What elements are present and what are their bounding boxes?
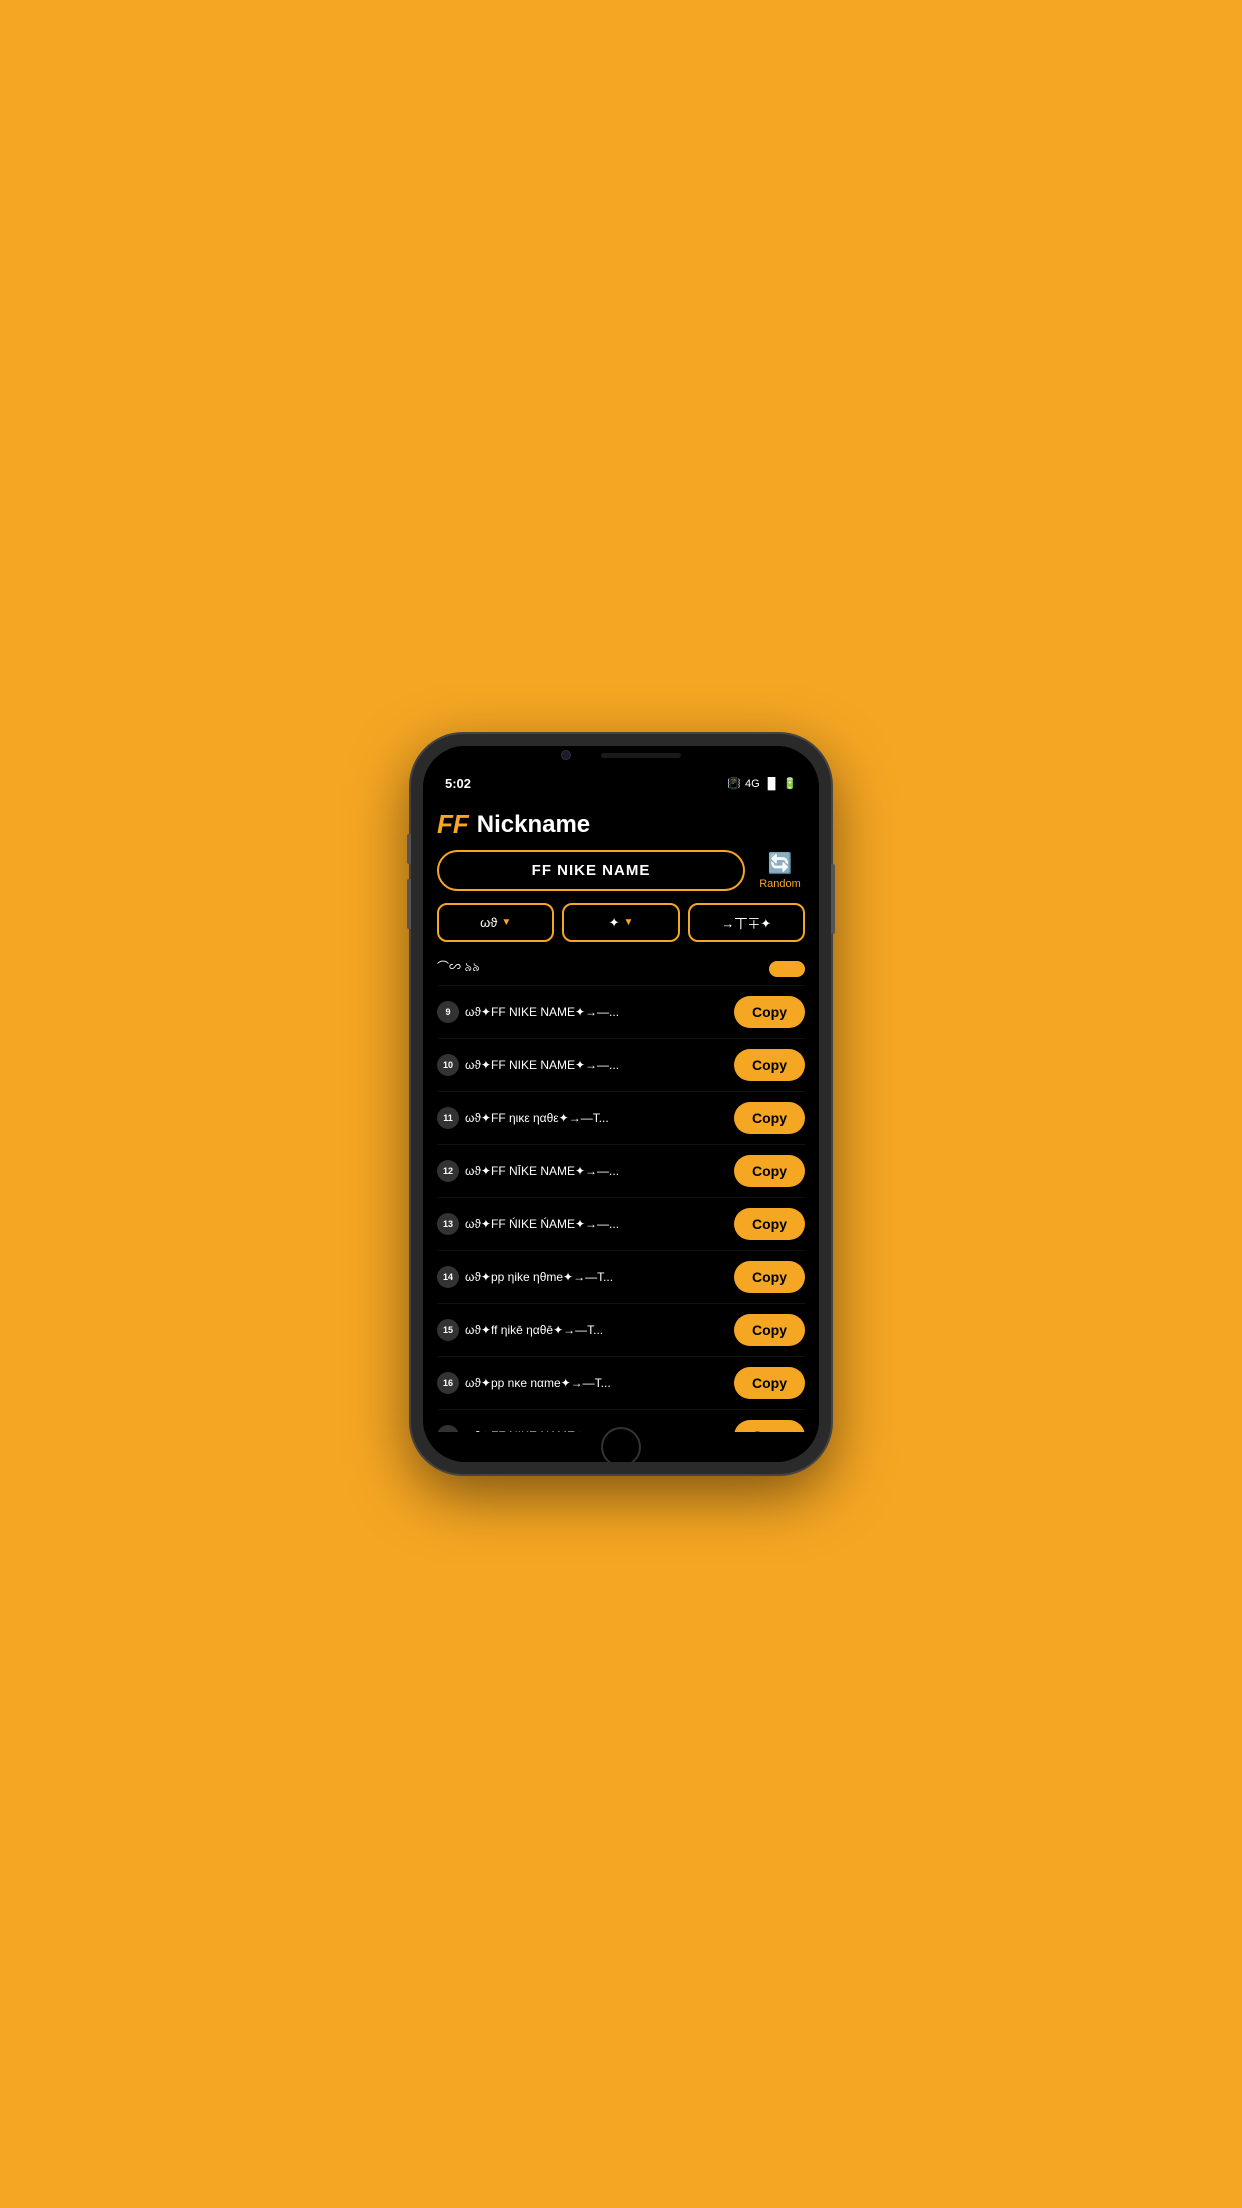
list-item: 15 ωϑ✦ff ηikē ηαθē✦→—T... Copy bbox=[437, 1304, 805, 1357]
random-icon: 🔄 bbox=[768, 851, 793, 876]
list-item: 14 ωϑ✦pp ηike ηθme✦→—T... Copy bbox=[437, 1251, 805, 1304]
item-text-14: ωϑ✦pp ηike ηθme✦→—T... bbox=[465, 1270, 726, 1284]
item-num-9: 9 bbox=[437, 1001, 459, 1023]
speaker-bar bbox=[601, 753, 681, 758]
notch bbox=[423, 746, 819, 766]
list-item: 9 ωϑ✦FF NIKE NAME✦→—... Copy bbox=[437, 986, 805, 1039]
title-nickname: Nickname bbox=[477, 811, 590, 839]
filter-1-symbol: ωϑ bbox=[480, 915, 497, 930]
search-input[interactable]: FF NIKE NAME bbox=[437, 850, 745, 891]
app-title-row: FF Nickname bbox=[437, 797, 805, 850]
item-num-13: 13 bbox=[437, 1213, 459, 1235]
item-text-11: ωϑ✦FF ηικε ηαθε✦→—T... bbox=[465, 1111, 726, 1125]
filter-row: ωϑ ▼ ✦ ▼ →丅∓✦ bbox=[437, 903, 805, 942]
item-text-10: ωϑ✦FF NIKE NAME✦→—... bbox=[465, 1058, 726, 1072]
side-button-mute bbox=[407, 834, 411, 864]
home-indicator bbox=[423, 1432, 819, 1462]
filter-btn-1[interactable]: ωϑ ▼ bbox=[437, 903, 554, 942]
status-icons: 📳 4G ▐▌ 🔋 bbox=[727, 777, 797, 790]
filter-3-symbol: →丅∓✦ bbox=[721, 913, 771, 932]
item-text-9: ωϑ✦FF NIKE NAME✦→—... bbox=[465, 1005, 726, 1019]
status-time: 5:02 bbox=[445, 776, 471, 791]
copy-button-11[interactable]: Copy bbox=[734, 1102, 805, 1134]
item-num-15: 15 bbox=[437, 1319, 459, 1341]
item-text-13: ωϑ✦FF ŃIKE ŃAME✦→—... bbox=[465, 1217, 726, 1231]
partial-item: ⌒∽ ৯৯ bbox=[437, 952, 805, 986]
copy-button-13[interactable]: Copy bbox=[734, 1208, 805, 1240]
filter-btn-3[interactable]: →丅∓✦ bbox=[688, 903, 805, 942]
random-label: Random bbox=[759, 878, 801, 890]
network-icon: 4G bbox=[745, 778, 760, 790]
item-num-16: 16 bbox=[437, 1372, 459, 1394]
battery-icon: 🔋 bbox=[783, 777, 797, 790]
copy-button-15[interactable]: Copy bbox=[734, 1314, 805, 1346]
results-list: ⌒∽ ৯৯ 9 ωϑ✦FF NIKE NAME✦→—... Copy 10 ωϑ… bbox=[437, 952, 805, 1432]
item-num-14: 14 bbox=[437, 1266, 459, 1288]
copy-button-10[interactable]: Copy bbox=[734, 1049, 805, 1081]
copy-button-9[interactable]: Copy bbox=[734, 996, 805, 1028]
item-text-16: ωϑ✦pp nκe nαme✦→—T... bbox=[465, 1376, 726, 1390]
side-button-volume bbox=[407, 879, 411, 929]
filter-btn-2[interactable]: ✦ ▼ bbox=[562, 903, 679, 942]
copy-button-17[interactable]: Copy bbox=[734, 1420, 805, 1432]
search-row: FF NIKE NAME 🔄 Random bbox=[437, 850, 805, 891]
item-num-17: 17 bbox=[437, 1425, 459, 1432]
item-num-11: 11 bbox=[437, 1107, 459, 1129]
partial-item-text: ⌒∽ ৯৯ bbox=[437, 958, 761, 979]
app-content: FF Nickname FF NIKE NAME 🔄 Random ωϑ ▼ ✦ bbox=[423, 797, 819, 1432]
copy-button-12[interactable]: Copy bbox=[734, 1155, 805, 1187]
home-button[interactable] bbox=[601, 1427, 641, 1462]
list-item: 11 ωϑ✦FF ηικε ηαθε✦→—T... Copy bbox=[437, 1092, 805, 1145]
list-item: 10 ωϑ✦FF NIKE NAME✦→—... Copy bbox=[437, 1039, 805, 1092]
side-button-power bbox=[831, 864, 835, 934]
item-text-15: ωϑ✦ff ηikē ηαθē✦→—T... bbox=[465, 1323, 726, 1337]
phone-frame: 5:02 📳 4G ▐▌ 🔋 FF Nickname FF NIKE NAME … bbox=[411, 734, 831, 1474]
vibrate-icon: 📳 bbox=[727, 777, 741, 790]
status-bar: 5:02 📳 4G ▐▌ 🔋 bbox=[423, 766, 819, 797]
list-item: 16 ωϑ✦pp nκe nαme✦→—T... Copy bbox=[437, 1357, 805, 1410]
item-text-12: ωϑ✦FF NĪKE NAME✦→—... bbox=[465, 1164, 726, 1178]
copy-button-14[interactable]: Copy bbox=[734, 1261, 805, 1293]
phone-screen: 5:02 📳 4G ▐▌ 🔋 FF Nickname FF NIKE NAME … bbox=[423, 746, 819, 1462]
item-num-10: 10 bbox=[437, 1054, 459, 1076]
list-item: 13 ωϑ✦FF ŃIKE ŃAME✦→—... Copy bbox=[437, 1198, 805, 1251]
copy-button-16[interactable]: Copy bbox=[734, 1367, 805, 1399]
filter-1-arrow: ▼ bbox=[501, 917, 511, 928]
camera-icon bbox=[561, 750, 571, 760]
random-button[interactable]: 🔄 Random bbox=[755, 851, 805, 890]
item-num-12: 12 bbox=[437, 1160, 459, 1182]
partial-badge bbox=[769, 961, 805, 977]
list-item: 12 ωϑ✦FF NĪKE NAME✦→—... Copy bbox=[437, 1145, 805, 1198]
title-ff: FF bbox=[437, 809, 469, 840]
signal-icon: ▐▌ bbox=[764, 778, 780, 790]
filter-2-arrow: ▼ bbox=[623, 917, 633, 928]
filter-2-symbol: ✦ bbox=[609, 915, 620, 931]
